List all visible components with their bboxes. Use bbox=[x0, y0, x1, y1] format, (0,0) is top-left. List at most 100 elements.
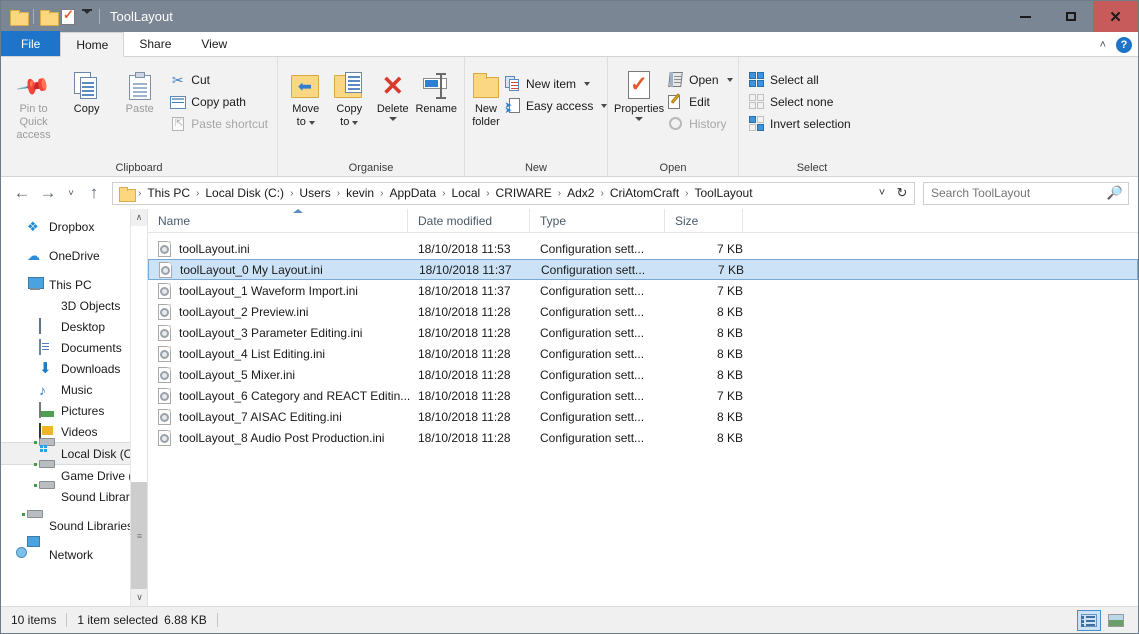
sidebar-item-music[interactable]: ♪ Music bbox=[1, 379, 147, 400]
move-to-button[interactable]: ⬅ Move to bbox=[284, 65, 328, 129]
breadcrumb-item-adx2[interactable]: Adx2 bbox=[563, 186, 598, 200]
minimize-button[interactable] bbox=[1003, 1, 1048, 32]
paste-button[interactable]: Paste bbox=[113, 65, 166, 116]
breadcrumb-item-toollayout[interactable]: ToolLayout bbox=[691, 186, 757, 200]
file-size: 8 KB bbox=[716, 367, 743, 382]
paste-shortcut-button[interactable]: ⇱ Paste shortcut bbox=[166, 113, 271, 135]
customize-dropdown-icon[interactable] bbox=[79, 9, 93, 20]
tab-view[interactable]: View bbox=[186, 31, 242, 56]
pin-to-quick-access-button[interactable]: 📌 Pin to Quick access bbox=[7, 65, 60, 142]
sidebar-item-game-drive-d[interactable]: Game Drive (D:) bbox=[1, 459, 147, 486]
scroll-up-icon[interactable]: ∧ bbox=[131, 209, 147, 226]
scrollbar-thumb[interactable]: ≡ bbox=[131, 482, 147, 589]
back-button[interactable]: ← bbox=[10, 181, 34, 205]
sidebar-item-downloads[interactable]: ⬇ Downloads bbox=[1, 358, 147, 379]
table-row-selected[interactable]: toolLayout_0 My Layout.ini 18/10/2018 11… bbox=[148, 259, 1138, 280]
properties-quick-icon[interactable] bbox=[61, 7, 75, 25]
breadcrumb-item-criware[interactable]: CRIWARE bbox=[492, 186, 556, 200]
tab-home[interactable]: Home bbox=[60, 32, 125, 57]
select-none-icon bbox=[748, 94, 765, 111]
new-item-button[interactable]: New item bbox=[501, 73, 610, 95]
close-button[interactable]: ✕ bbox=[1093, 1, 1138, 32]
sidebar-item-3d-objects[interactable]: 3D Objects bbox=[1, 295, 147, 316]
breadcrumb-item-kevin[interactable]: kevin bbox=[342, 186, 378, 200]
breadcrumb-item-local-disk[interactable]: Local Disk (C:) bbox=[201, 186, 288, 200]
copy-path-button[interactable]: Copy path bbox=[166, 91, 271, 113]
tab-share[interactable]: Share bbox=[124, 31, 186, 56]
up-button[interactable]: ↑ bbox=[82, 181, 106, 205]
table-row[interactable]: toolLayout_5 Mixer.ini 18/10/2018 11:28 … bbox=[148, 364, 1138, 385]
properties-label: Properties bbox=[614, 103, 665, 115]
scroll-down-icon[interactable]: ∨ bbox=[131, 589, 147, 606]
cut-button[interactable]: ✂ Cut bbox=[166, 69, 271, 91]
navigation-scrollbar[interactable]: ∧ ≡ ∨ bbox=[130, 209, 147, 606]
file-type: Configuration sett... bbox=[540, 388, 645, 403]
delete-button[interactable]: ✕ Delete bbox=[371, 65, 415, 121]
column-header-date-modified[interactable]: Date modified bbox=[408, 209, 530, 232]
qat-divider bbox=[33, 9, 34, 24]
sidebar-item-this-pc[interactable]: This PC bbox=[1, 274, 147, 295]
table-row[interactable]: toolLayout_4 List Editing.ini 18/10/2018… bbox=[148, 343, 1138, 364]
new-item-label: New item bbox=[526, 77, 577, 91]
breadcrumb-item-local[interactable]: Local bbox=[448, 186, 485, 200]
select-none-button[interactable]: Select none bbox=[745, 91, 854, 113]
maximize-button[interactable] bbox=[1048, 1, 1093, 32]
sidebar-item-sound-libraries-vo[interactable]: Sound Libraries Vo bbox=[1, 509, 147, 536]
edit-button[interactable]: Edit bbox=[664, 91, 735, 113]
refresh-icon[interactable]: ↻ bbox=[892, 185, 912, 201]
rename-icon bbox=[420, 69, 452, 103]
breadcrumb-bar[interactable]: › This PC › Local Disk (C:) › Users › ke… bbox=[112, 181, 915, 205]
select-all-button[interactable]: Select all bbox=[745, 69, 854, 91]
rename-button[interactable]: Rename bbox=[415, 65, 459, 116]
sidebar-item-desktop[interactable]: Desktop bbox=[1, 316, 147, 337]
forward-button[interactable]: → bbox=[36, 181, 60, 205]
new-folder-button[interactable]: New folder bbox=[471, 65, 501, 129]
help-icon[interactable]: ? bbox=[1116, 36, 1132, 53]
move-to-label-line1: Move bbox=[292, 103, 320, 115]
easy-access-button[interactable]: ➤ ➤ Easy access bbox=[501, 95, 610, 117]
folder-icon[interactable] bbox=[10, 9, 29, 26]
status-divider bbox=[66, 613, 68, 627]
table-row[interactable]: toolLayout.ini 18/10/2018 11:53 Configur… bbox=[148, 238, 1138, 259]
large-icons-view-button[interactable] bbox=[1104, 610, 1128, 631]
new-folder-quick-icon[interactable] bbox=[40, 9, 59, 26]
file-type: Configuration sett... bbox=[540, 304, 645, 319]
table-row[interactable]: toolLayout_3 Parameter Editing.ini 18/10… bbox=[148, 322, 1138, 343]
selection-label: 1 item selected bbox=[77, 613, 159, 627]
table-row[interactable]: toolLayout_6 Category and REACT Editin..… bbox=[148, 385, 1138, 406]
search-input[interactable] bbox=[929, 185, 1107, 201]
copy-to-button[interactable]: Copy to bbox=[328, 65, 372, 129]
open-button[interactable]: Open bbox=[664, 69, 735, 91]
invert-selection-button[interactable]: Invert selection bbox=[745, 113, 854, 135]
breadcrumb-item-users[interactable]: Users bbox=[295, 186, 334, 200]
sidebar-item-documents[interactable]: Documents bbox=[1, 337, 147, 358]
table-row[interactable]: toolLayout_7 AISAC Editing.ini 18/10/201… bbox=[148, 406, 1138, 427]
sidebar-item-network[interactable]: Network bbox=[1, 544, 147, 565]
recent-locations-button[interactable]: ˅ bbox=[62, 181, 80, 205]
copy-button[interactable]: Copy bbox=[60, 65, 113, 116]
copy-to-label-line2: to bbox=[340, 116, 350, 128]
breadcrumb-item-this-pc[interactable]: This PC bbox=[143, 186, 194, 200]
sidebar-item-pictures[interactable]: Pictures bbox=[1, 400, 147, 421]
table-row[interactable]: toolLayout_2 Preview.ini 18/10/2018 11:2… bbox=[148, 301, 1138, 322]
sidebar-item-videos[interactable]: Videos bbox=[1, 421, 147, 442]
breadcrumb-item-appdata[interactable]: AppData bbox=[385, 186, 440, 200]
column-header-name[interactable]: Name bbox=[148, 209, 408, 232]
properties-button[interactable]: ✓ Properties bbox=[614, 65, 664, 121]
column-header-size[interactable]: Size bbox=[665, 209, 743, 232]
sidebar-item-onedrive[interactable]: ☁ OneDrive bbox=[1, 245, 147, 266]
details-view-button[interactable] bbox=[1077, 610, 1101, 631]
sidebar-item-dropbox[interactable]: ❖ Dropbox bbox=[1, 216, 147, 237]
column-header-type[interactable]: Type bbox=[530, 209, 665, 232]
sidebar-item-sound-libraries-w[interactable]: Sound Libraries W bbox=[1, 480, 147, 507]
history-button[interactable]: History bbox=[664, 113, 735, 135]
table-row[interactable]: toolLayout_8 Audio Post Production.ini 1… bbox=[148, 427, 1138, 448]
collapse-ribbon-icon[interactable]: ˄ bbox=[1100, 39, 1106, 51]
address-dropdown-icon[interactable]: ˅ bbox=[872, 187, 892, 199]
search-box[interactable]: 🔎 bbox=[923, 181, 1129, 205]
table-row[interactable]: toolLayout_1 Waveform Import.ini 18/10/2… bbox=[148, 280, 1138, 301]
breadcrumb-item-criatomcraft[interactable]: CriAtomCraft bbox=[606, 186, 683, 200]
tab-file[interactable]: File bbox=[1, 31, 61, 56]
scrollbar-track-upper[interactable] bbox=[131, 226, 147, 482]
sidebar-item-local-disk-c[interactable]: Local Disk (C:) bbox=[1, 437, 147, 465]
